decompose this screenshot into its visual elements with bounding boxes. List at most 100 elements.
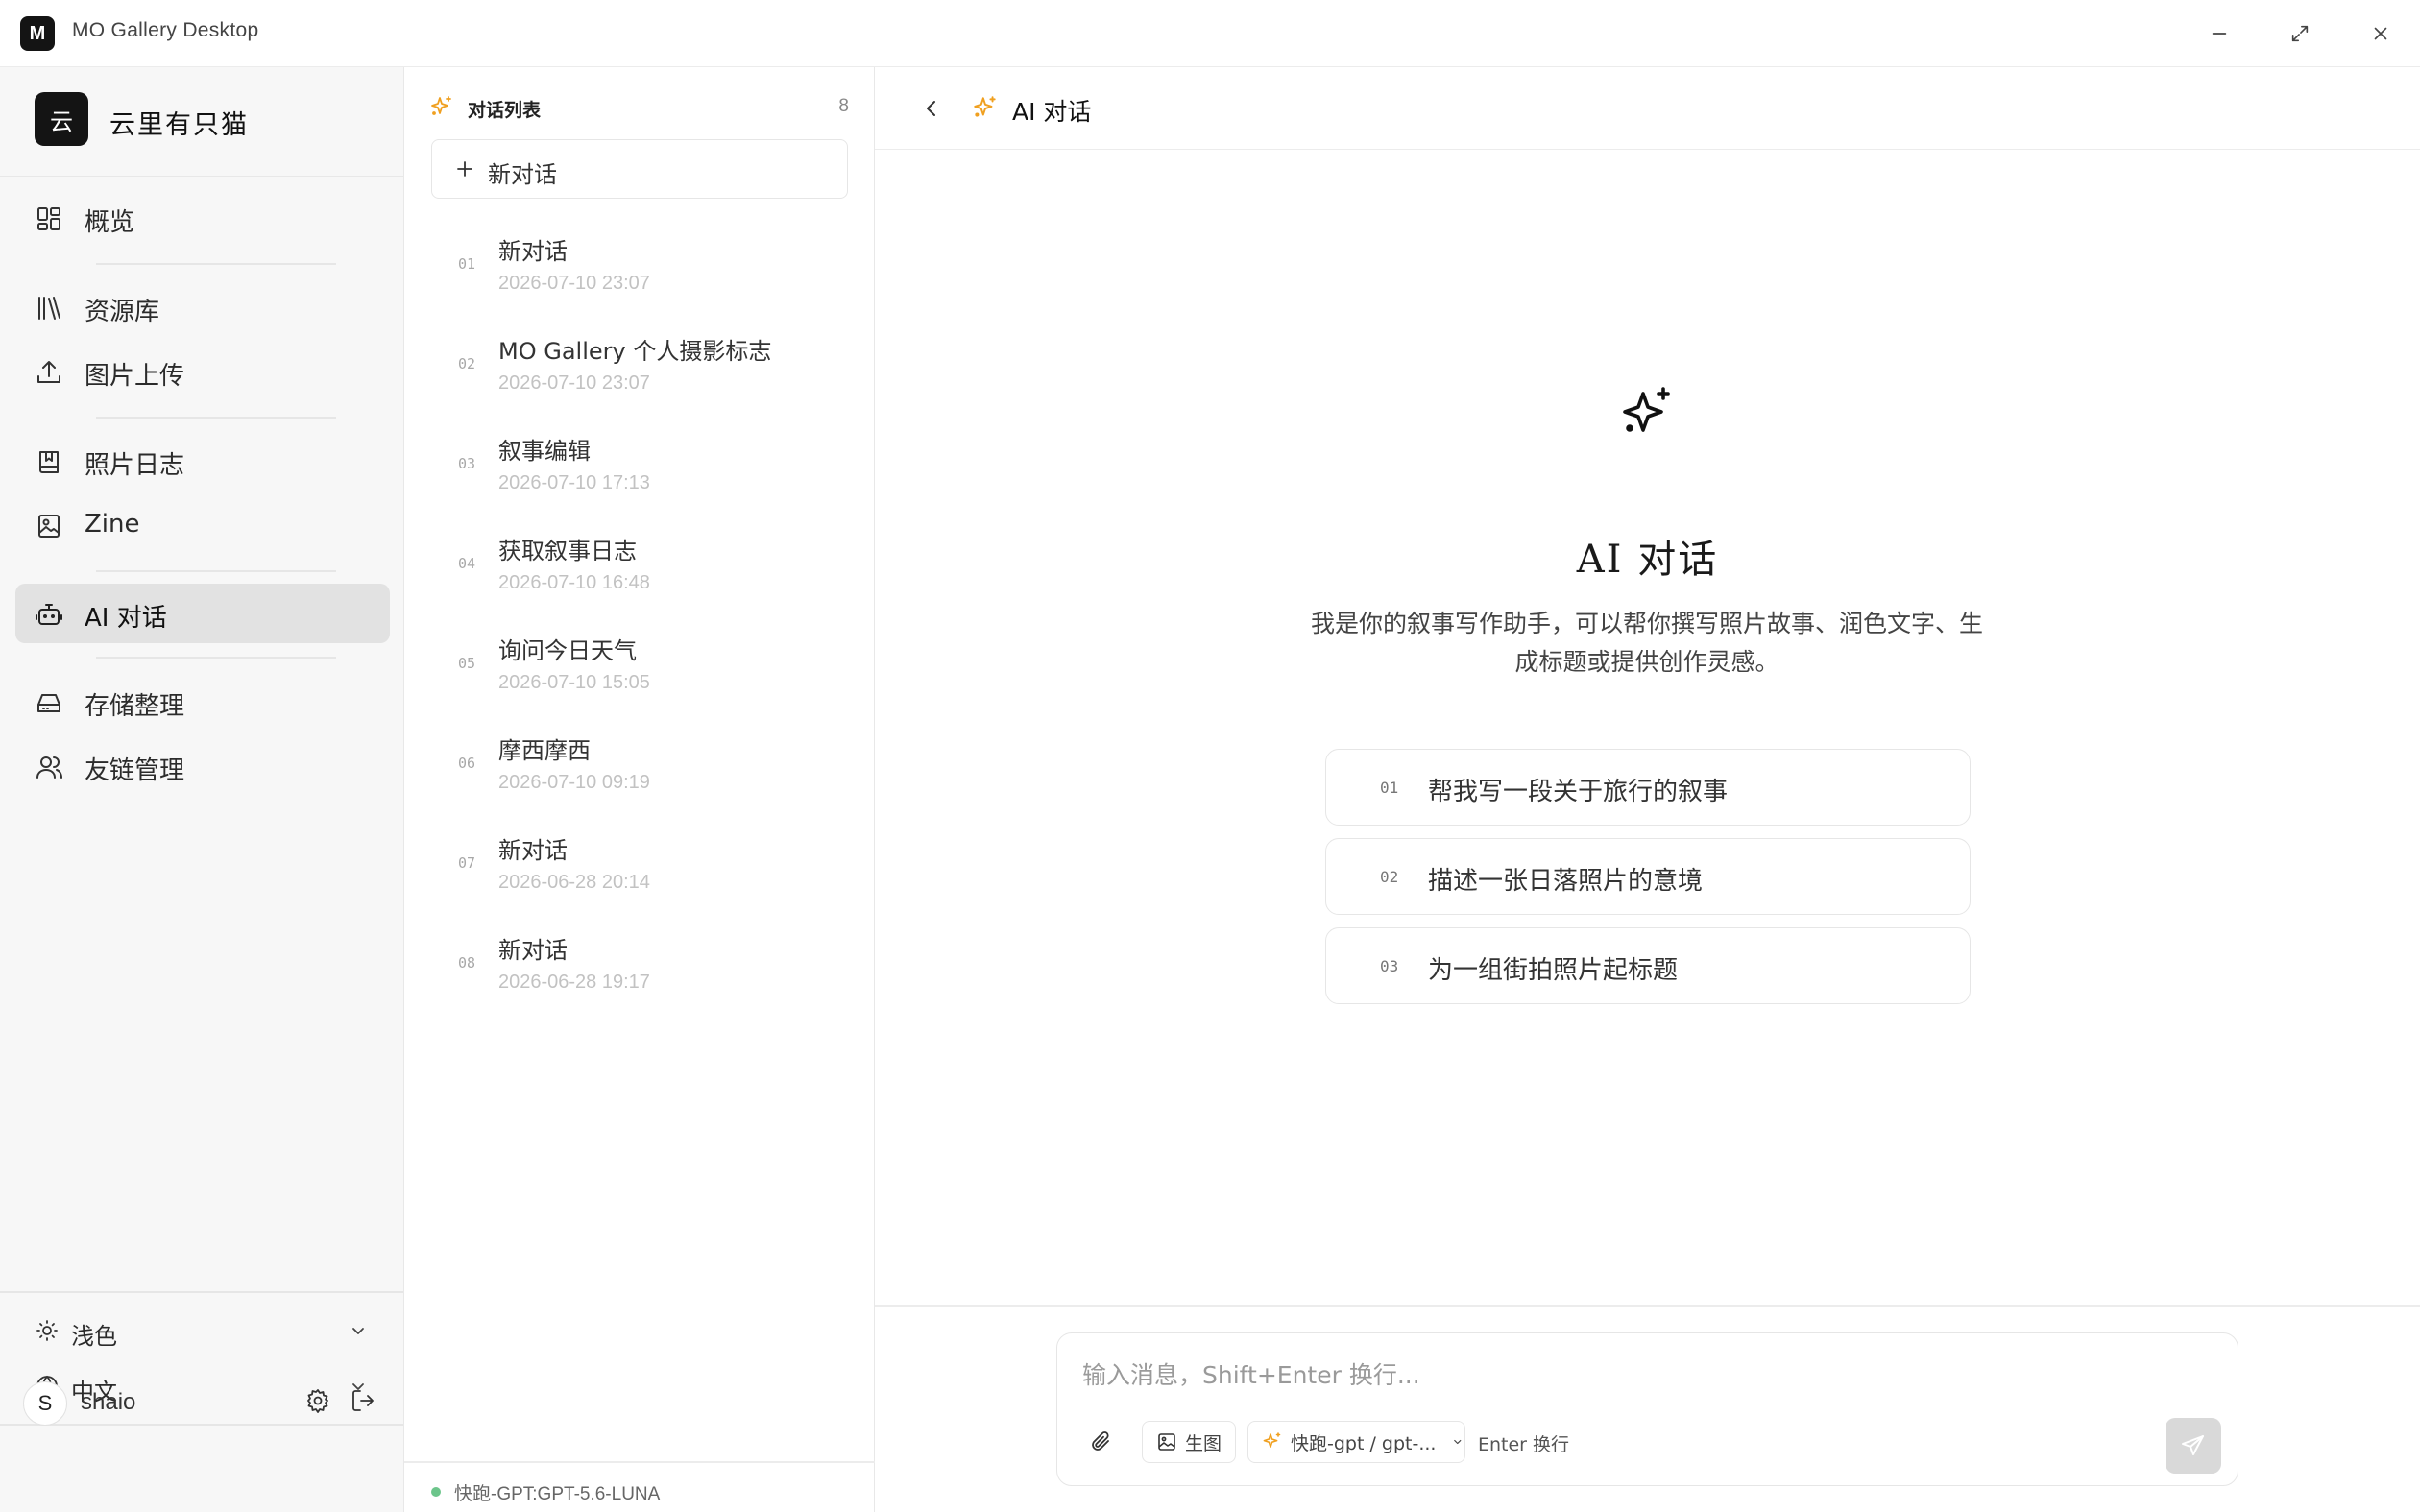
- conversation-title: 新对话: [498, 238, 568, 265]
- new-conversation-button[interactable]: 新对话: [431, 139, 848, 199]
- conversation-item[interactable]: 07 新对话 2026-06-28 20:14: [431, 814, 848, 910]
- attach-button[interactable]: [1088, 1428, 1117, 1457]
- suggestion-button[interactable]: 02 描述一张日落照片的意境: [1325, 838, 1971, 915]
- sparkle-icon: [429, 94, 454, 119]
- nav-divider: [96, 263, 336, 265]
- app-logo: M: [20, 16, 55, 51]
- sidebar-item-label: 资源库: [85, 298, 160, 326]
- logout-icon: [352, 1390, 374, 1411]
- close-button[interactable]: [2364, 17, 2397, 50]
- conversation-item[interactable]: 04 获取叙事日志 2026-07-10 16:48: [431, 515, 848, 611]
- conversation-index: 08: [458, 954, 476, 972]
- suggestion-button[interactable]: 01 帮我写一段关于旅行的叙事: [1325, 749, 1971, 826]
- conversation-title: 获取叙事日志: [498, 538, 637, 564]
- conversation-title: 叙事编辑: [498, 438, 591, 465]
- panel-divider: [404, 1461, 875, 1463]
- sidebar-item-overview[interactable]: 概览: [15, 188, 390, 248]
- brand-avatar: 云: [35, 92, 88, 146]
- chevron-down-icon: [352, 1328, 364, 1334]
- conversation-index: 06: [458, 755, 476, 772]
- nav-divider: [96, 417, 336, 419]
- users-icon: [35, 753, 63, 781]
- image-generate-button[interactable]: 生图: [1142, 1421, 1236, 1463]
- model-select[interactable]: 快跑-gpt / gpt-...: [1247, 1421, 1465, 1463]
- model-status: 快跑-GPT:GPT-5.6-LUNA: [454, 1484, 661, 1504]
- conversation-time: 2026-06-28 19:17: [498, 972, 650, 993]
- conversation-panel: 对话列表 8 新对话 01 新对话 2026-07-10 23:07 02 MO…: [404, 67, 875, 1512]
- sidebar-item-label: 友链管理: [85, 756, 185, 785]
- grid-icon: [35, 204, 63, 233]
- upload-icon: [35, 358, 63, 387]
- sun-icon: [35, 1318, 60, 1343]
- conversation-time: 2026-07-10 23:07: [498, 372, 650, 394]
- conversation-title: 新对话: [498, 837, 568, 864]
- sidebar-item-library[interactable]: 资源库: [15, 277, 390, 337]
- chat-header: AI 对话: [875, 67, 2420, 150]
- drive-icon: [35, 688, 63, 717]
- user-name: shaio: [81, 1389, 136, 1415]
- conversation-index: 04: [458, 555, 476, 572]
- conversation-list-title: 对话列表: [468, 100, 542, 121]
- suggestion-text: 描述一张日落照片的意境: [1428, 867, 1704, 896]
- sidebar-item-friends[interactable]: 友链管理: [15, 736, 390, 796]
- paperclip-icon: [1092, 1431, 1109, 1451]
- conversation-item[interactable]: 02 MO Gallery 个人摄影标志 2026-07-10 23:07: [431, 315, 848, 411]
- sidebar-item-zine[interactable]: Zine: [15, 495, 390, 555]
- sidebar-item-label: 存储整理: [85, 692, 185, 721]
- conversation-item[interactable]: 03 叙事编辑 2026-07-10 17:13: [431, 415, 848, 511]
- sidebar-divider: [0, 1291, 403, 1293]
- sidebar-item-upload[interactable]: 图片上传: [15, 342, 390, 401]
- sidebar-divider: [0, 1424, 403, 1426]
- sidebar-item-storage[interactable]: 存储整理: [15, 672, 390, 732]
- settings-button[interactable]: [304, 1387, 337, 1420]
- suggestion-text: 帮我写一段关于旅行的叙事: [1428, 778, 1729, 806]
- close-icon: [2374, 27, 2387, 40]
- nav-divider: [96, 570, 336, 572]
- conversation-title: 摩西摩西: [498, 737, 591, 764]
- conversation-item[interactable]: 06 摩西摩西 2026-07-10 09:19: [431, 714, 848, 810]
- theme-select[interactable]: 浅色: [15, 1307, 390, 1355]
- conversation-title: 询问今日天气: [498, 637, 637, 664]
- title-bar: M MO Gallery Desktop: [0, 0, 2420, 67]
- back-button[interactable]: [918, 95, 947, 124]
- conversation-index: 07: [458, 854, 476, 872]
- composer-divider: [875, 1305, 2420, 1307]
- conversation-title: MO Gallery 个人摄影标志: [498, 338, 772, 365]
- sidebar-item-label: AI 对话: [85, 604, 167, 633]
- brand-header: 云 云里有只猫: [0, 67, 403, 177]
- expand-icon: [2291, 25, 2309, 42]
- send-button[interactable]: [2166, 1418, 2221, 1474]
- conversation-index: 02: [458, 355, 476, 372]
- conversation-time: 2026-06-28 20:14: [498, 872, 650, 893]
- minimize-button[interactable]: [2203, 17, 2236, 50]
- welcome-title: AI 对话: [1576, 538, 1719, 582]
- sparkle-icon: [972, 94, 999, 121]
- suggestion-index: 01: [1380, 779, 1399, 797]
- maximize-button[interactable]: [2284, 17, 2316, 50]
- sidebar-item-label: 图片上传: [85, 362, 185, 391]
- avatar: S: [23, 1381, 67, 1426]
- conversation-time: 2026-07-10 09:19: [498, 772, 650, 793]
- image-icon: [35, 512, 63, 540]
- page-title: AI 对话: [1012, 98, 1092, 126]
- logout-button[interactable]: [350, 1387, 382, 1420]
- sidebar-item-ai-chat[interactable]: AI 对话: [15, 584, 390, 643]
- message-input[interactable]: [1082, 1356, 2187, 1399]
- conversation-item[interactable]: 05 询问今日天气 2026-07-10 15:05: [431, 614, 848, 710]
- welcome-description: 我是你的叙事写作助手，可以帮你撰写照片故事、润色文字、生成标题或提供创作灵感。: [1311, 610, 1984, 676]
- sidebar-item-label: 照片日志: [85, 451, 185, 480]
- conversation-time: 2026-07-10 16:48: [498, 572, 650, 593]
- sidebar-item-label: 概览: [85, 208, 135, 237]
- sparkle-icon: [1262, 1431, 1283, 1452]
- robot-icon: [35, 600, 63, 629]
- books-icon: [35, 294, 63, 323]
- conversation-item[interactable]: 08 新对话 2026-06-28 19:17: [431, 914, 848, 1010]
- minimize-icon: [2212, 33, 2227, 35]
- suggestion-index: 03: [1380, 957, 1399, 975]
- sidebar: 云 云里有只猫 概览 资源库 图片上传 照片日志 Zine AI 对话 存储整理…: [0, 67, 404, 1512]
- chevron-left-icon: [927, 101, 935, 116]
- brand-name: 云里有只猫: [109, 110, 249, 140]
- suggestion-button[interactable]: 03 为一组街拍照片起标题: [1325, 927, 1971, 1004]
- conversation-item[interactable]: 01 新对话 2026-07-10 23:07: [431, 215, 848, 311]
- sidebar-item-journal[interactable]: 照片日志: [15, 431, 390, 491]
